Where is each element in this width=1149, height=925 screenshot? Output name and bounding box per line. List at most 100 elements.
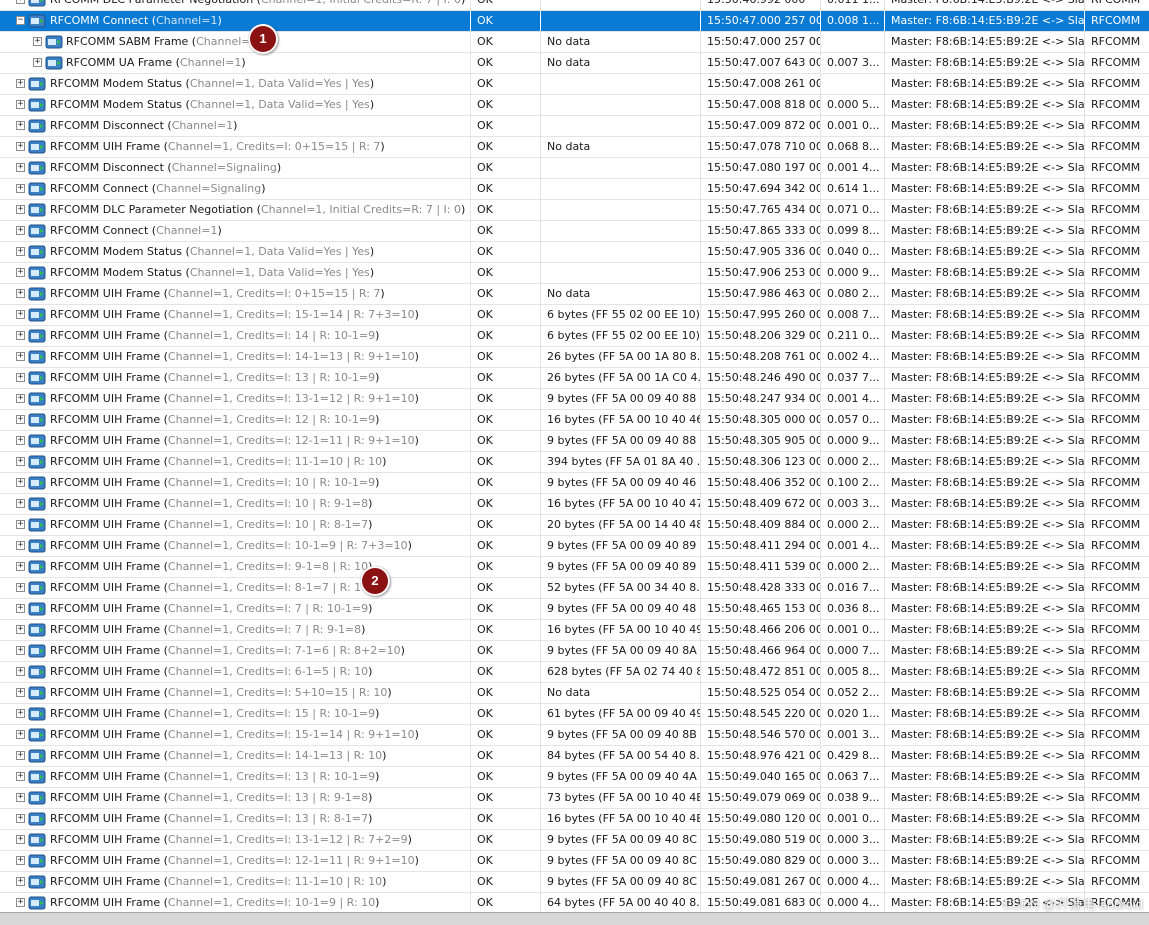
expand-icon[interactable]: + xyxy=(16,205,25,214)
frame-row[interactable]: + RFCOMM UIH Frame (Channel=1, Credits=I:… xyxy=(0,326,1149,347)
expand-icon[interactable]: + xyxy=(16,289,25,298)
frame-row[interactable]: + RFCOMM UIH Frame (Channel=1, Credits=I:… xyxy=(0,746,1149,767)
frame-params: Channel=1, Credits=I: 8-1=7 | R: 10 xyxy=(167,581,369,594)
frame-row[interactable]: + RFCOMM UIH Frame (Channel=1, Credits=I:… xyxy=(0,368,1149,389)
expand-icon[interactable]: + xyxy=(16,646,25,655)
status-cell: OK xyxy=(470,872,540,892)
expand-icon[interactable]: + xyxy=(33,58,42,67)
expand-icon[interactable]: + xyxy=(16,415,25,424)
frame-params: Channel=1, Data Valid=Yes | Yes xyxy=(189,245,370,258)
frame-row[interactable]: + RFCOMM UIH Frame (Channel=1, Credits=I:… xyxy=(0,725,1149,746)
frame-row[interactable]: + RFCOMM UIH Frame (Channel=1, Credits=I:… xyxy=(0,473,1149,494)
frame-row[interactable]: + RFCOMM DLC Parameter Negotiation (Chann… xyxy=(0,200,1149,221)
frame-row[interactable]: + RFCOMM UIH Frame (Channel=1, Credits=I:… xyxy=(0,641,1149,662)
expand-icon[interactable]: + xyxy=(16,163,25,172)
expand-icon[interactable]: + xyxy=(16,898,25,907)
expand-icon[interactable]: + xyxy=(16,793,25,802)
frame-row[interactable]: + RFCOMM UIH Frame (Channel=1, Credits=I:… xyxy=(0,347,1149,368)
expand-icon[interactable]: + xyxy=(16,457,25,466)
expand-icon[interactable]: + xyxy=(16,856,25,865)
expand-icon[interactable]: + xyxy=(16,352,25,361)
frame-params: Channel=1 xyxy=(156,224,218,237)
frame-row[interactable]: + RFCOMM Modem Status (Channel=1, Data Va… xyxy=(0,74,1149,95)
delta-cell: 0.100 2... xyxy=(820,473,884,493)
expand-icon[interactable]: + xyxy=(16,79,25,88)
frame-row[interactable]: + RFCOMM SABM Frame (Channel=1) OKNo data1… xyxy=(0,32,1149,53)
expand-icon[interactable]: + xyxy=(16,394,25,403)
expand-icon[interactable]: + xyxy=(16,562,25,571)
frame-row[interactable]: + RFCOMM UIH Frame (Channel=1, Credits=I:… xyxy=(0,704,1149,725)
expand-icon[interactable]: + xyxy=(16,121,25,130)
frame-row[interactable]: + RFCOMM UIH Frame (Channel=1, Credits=I:… xyxy=(0,515,1149,536)
expand-icon[interactable]: + xyxy=(16,877,25,886)
expand-icon[interactable]: + xyxy=(16,667,25,676)
frame-row[interactable]: + RFCOMM Connect (Channel=Signaling) OK 15:… xyxy=(0,179,1149,200)
frame-label: RFCOMM UIH Frame (Channel=1, Credits=I: … xyxy=(50,560,372,573)
frame-row[interactable]: + RFCOMM UIH Frame (Channel=1, Credits=I:… xyxy=(0,788,1149,809)
expand-icon[interactable]: + xyxy=(16,730,25,739)
expand-icon[interactable]: + xyxy=(16,688,25,697)
expand-icon[interactable]: + xyxy=(16,772,25,781)
frame-row[interactable]: + RFCOMM UIH Frame (Channel=1, Credits=I:… xyxy=(0,431,1149,452)
expand-icon[interactable]: + xyxy=(16,310,25,319)
frame-row[interactable]: + RFCOMM UIH Frame (Channel=1, Credits=I:… xyxy=(0,284,1149,305)
expand-icon[interactable]: + xyxy=(16,478,25,487)
frame-row[interactable]: + RFCOMM UIH Frame (Channel=1, Credits=I:… xyxy=(0,830,1149,851)
frame-row[interactable]: + RFCOMM UIH Frame (Channel=1, Credits=I:… xyxy=(0,767,1149,788)
expand-icon[interactable]: + xyxy=(16,226,25,235)
frame-row[interactable]: + RFCOMM UIH Frame (Channel=1, Credits=I:… xyxy=(0,305,1149,326)
expand-icon[interactable]: + xyxy=(16,814,25,823)
frame-row[interactable]: + RFCOMM UIH Frame (Channel=1, Credits=I:… xyxy=(0,620,1149,641)
expand-icon[interactable]: + xyxy=(16,247,25,256)
frame-row[interactable]: + RFCOMM Modem Status (Channel=1, Data Va… xyxy=(0,242,1149,263)
frame-row[interactable]: + RFCOMM UIH Frame (Channel=1, Credits=I:… xyxy=(0,410,1149,431)
frame-row[interactable]: + RFCOMM UIH Frame (Channel=1, Credits=I:… xyxy=(0,557,1149,578)
frame-row[interactable]: + RFCOMM Disconnect (Channel=1) OK 15:50:47… xyxy=(0,116,1149,137)
frame-row[interactable]: + RFCOMM Connect (Channel=1) OK 15:50:47.86… xyxy=(0,221,1149,242)
expand-icon[interactable]: + xyxy=(16,0,25,4)
frame-row[interactable]: − RFCOMM Connect (Channel=1) OK 15:50:47.00… xyxy=(0,11,1149,32)
frame-row[interactable]: + RFCOMM UIH Frame (Channel=1, Credits=I:… xyxy=(0,809,1149,830)
frame-row[interactable]: + RFCOMM UIH Frame (Channel=1, Credits=I:… xyxy=(0,872,1149,893)
frame-row[interactable]: + RFCOMM DLC Parameter Negotiation (Chann… xyxy=(0,0,1149,11)
timestamp-cell: 15:50:47.905 336 000 xyxy=(700,242,820,262)
frame-name-cell: + RFCOMM UIH Frame (Channel=1, Credits=I:… xyxy=(0,851,470,871)
expand-icon[interactable]: + xyxy=(16,331,25,340)
status-cell: OK xyxy=(470,704,540,724)
frame-type-name: RFCOMM DLC Parameter Negotiation xyxy=(50,0,253,6)
frame-row[interactable]: + RFCOMM Modem Status (Channel=1, Data Va… xyxy=(0,263,1149,284)
expand-icon[interactable]: + xyxy=(16,520,25,529)
expand-icon[interactable]: + xyxy=(16,835,25,844)
expand-icon[interactable]: + xyxy=(16,709,25,718)
expand-icon[interactable]: + xyxy=(16,142,25,151)
collapse-icon[interactable]: − xyxy=(16,16,25,25)
expand-icon[interactable]: + xyxy=(16,373,25,382)
expand-icon[interactable]: + xyxy=(16,268,25,277)
expand-icon[interactable]: + xyxy=(16,625,25,634)
expand-icon[interactable]: + xyxy=(16,604,25,613)
frame-row[interactable]: + RFCOMM UIH Frame (Channel=1, Credits=I:… xyxy=(0,662,1149,683)
frame-row[interactable]: + RFCOMM UIH Frame (Channel=1, Credits=I:… xyxy=(0,851,1149,872)
frame-row[interactable]: + RFCOMM UIH Frame (Channel=1, Credits=I:… xyxy=(0,452,1149,473)
frame-row[interactable]: + RFCOMM UIH Frame (Channel=1, Credits=I:… xyxy=(0,389,1149,410)
expand-icon[interactable]: + xyxy=(33,37,42,46)
frame-row[interactable]: + RFCOMM UIH Frame (Channel=1, Credits=I:… xyxy=(0,683,1149,704)
frame-row[interactable]: + RFCOMM Disconnect (Channel=Signaling) OK… xyxy=(0,158,1149,179)
frame-row[interactable]: + RFCOMM UIH Frame (Channel=1, Credits=I:… xyxy=(0,893,1149,914)
expand-icon[interactable]: + xyxy=(16,100,25,109)
expand-icon[interactable]: + xyxy=(16,751,25,760)
frame-row[interactable]: + RFCOMM UIH Frame (Channel=1, Credits=I:… xyxy=(0,137,1149,158)
frame-type-icon xyxy=(28,706,46,722)
frame-list[interactable]: + RFCOMM DLC Parameter Negotiation (Chann… xyxy=(0,0,1149,914)
frame-row[interactable]: + RFCOMM UIH Frame (Channel=1, Credits=I:… xyxy=(0,599,1149,620)
expand-icon[interactable]: + xyxy=(16,499,25,508)
expand-icon[interactable]: + xyxy=(16,436,25,445)
frame-row[interactable]: + RFCOMM UIH Frame (Channel=1, Credits=I:… xyxy=(0,536,1149,557)
expand-icon[interactable]: + xyxy=(16,583,25,592)
frame-row[interactable]: + RFCOMM UIH Frame (Channel=1, Credits=I:… xyxy=(0,494,1149,515)
frame-row[interactable]: + RFCOMM UIH Frame (Channel=1, Credits=I:… xyxy=(0,578,1149,599)
expand-icon[interactable]: + xyxy=(16,541,25,550)
frame-row[interactable]: + RFCOMM UA Frame (Channel=1) OK No data 15:… xyxy=(0,53,1149,74)
expand-icon[interactable]: + xyxy=(16,184,25,193)
frame-row[interactable]: + RFCOMM Modem Status (Channel=1, Data Va… xyxy=(0,95,1149,116)
